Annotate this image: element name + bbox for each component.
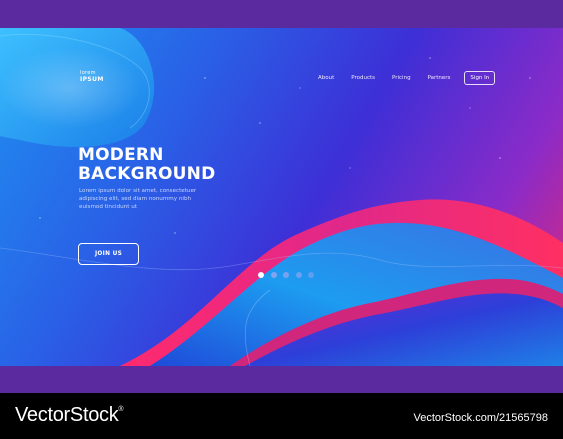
watermark-site: VectorStock.com/21565798 (413, 412, 548, 424)
watermark-bar: VectorStock® VectorStock.com/21565798 (0, 393, 563, 439)
description-line-3: euismod tincidunt ut (79, 204, 137, 211)
pagination-dot-3[interactable] (283, 272, 289, 278)
page-title: MODERN BACKGROUND (78, 146, 215, 184)
watermark-brand: VectorStock® (15, 404, 124, 427)
logo[interactable]: lorem IPSUM (80, 71, 104, 83)
top-nav: About Products Pricing Partners Sign In (318, 70, 496, 85)
hero-description: Lorem ipsum dolor sit amet, consectetuer… (79, 187, 209, 212)
pagination-dot-4[interactable] (295, 272, 302, 278)
join-us-button[interactable]: JOIN US (78, 243, 139, 265)
pagination-dot-5[interactable] (308, 272, 314, 278)
nav-pricing[interactable]: Pricing (392, 75, 411, 81)
landing-frame: lorem IPSUM About Products Pricing Partn… (0, 0, 563, 393)
title-line-1: MODERN (78, 145, 164, 165)
pagination-dot-2[interactable] (270, 272, 277, 278)
description-line-2: adipiscing elit, sed diam nonummy nibh (79, 196, 192, 203)
watermark-brand-text: VectorStock (15, 404, 119, 426)
logo-line2: IPSUM (80, 76, 104, 83)
nav-partners[interactable]: Partners (428, 75, 451, 81)
pagination-dots (258, 272, 321, 278)
description-line-1: Lorem ipsum dolor sit amet, consectetuer (79, 188, 197, 194)
title-line-2: BACKGROUND (78, 164, 216, 184)
registered-mark: ® (118, 406, 124, 413)
nav-about[interactable]: About (318, 75, 334, 81)
nav-products[interactable]: Products (351, 75, 375, 81)
sign-in-button[interactable]: Sign In (464, 70, 496, 85)
pagination-dot-1[interactable] (258, 272, 264, 278)
